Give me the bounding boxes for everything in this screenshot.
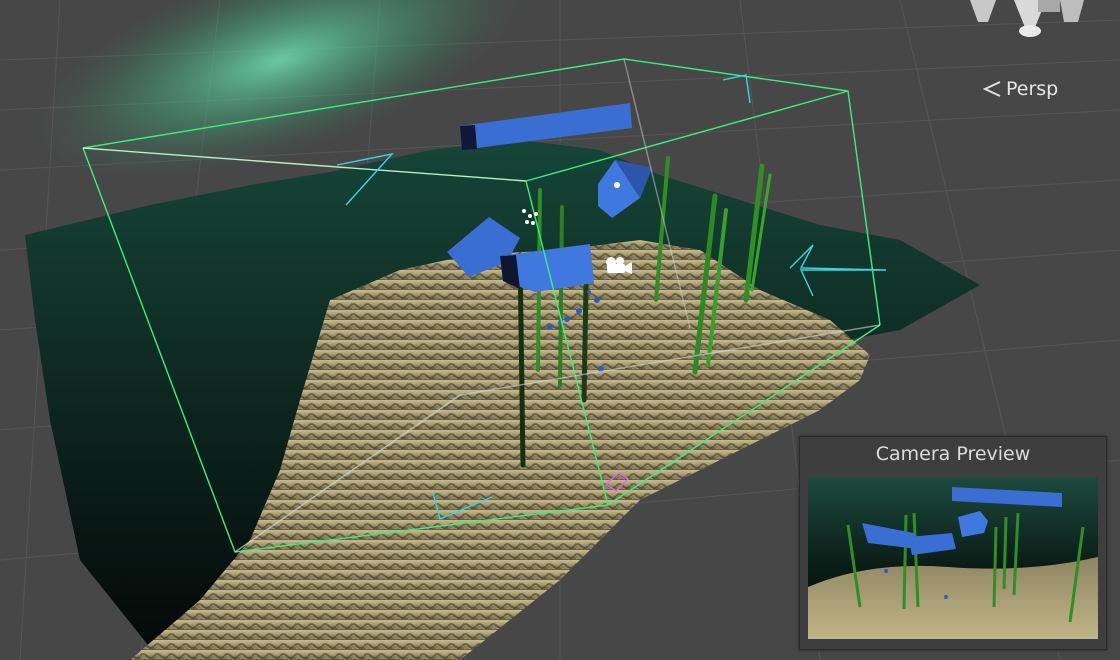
scene-viewport[interactable]: Persp Camera Preview bbox=[0, 0, 1120, 660]
light-probe-icon[interactable] bbox=[614, 182, 620, 188]
axis-orientation-gizmo-icon[interactable] bbox=[960, 0, 1100, 45]
chevron-left-icon bbox=[982, 81, 1001, 97]
camera-preview-panel: Camera Preview bbox=[799, 436, 1107, 650]
projection-label: Persp bbox=[1006, 78, 1059, 100]
camera-preview-title: Camera Preview bbox=[875, 443, 1031, 465]
camera-preview-render bbox=[808, 477, 1098, 639]
projection-toggle[interactable]: Persp bbox=[982, 76, 1058, 102]
